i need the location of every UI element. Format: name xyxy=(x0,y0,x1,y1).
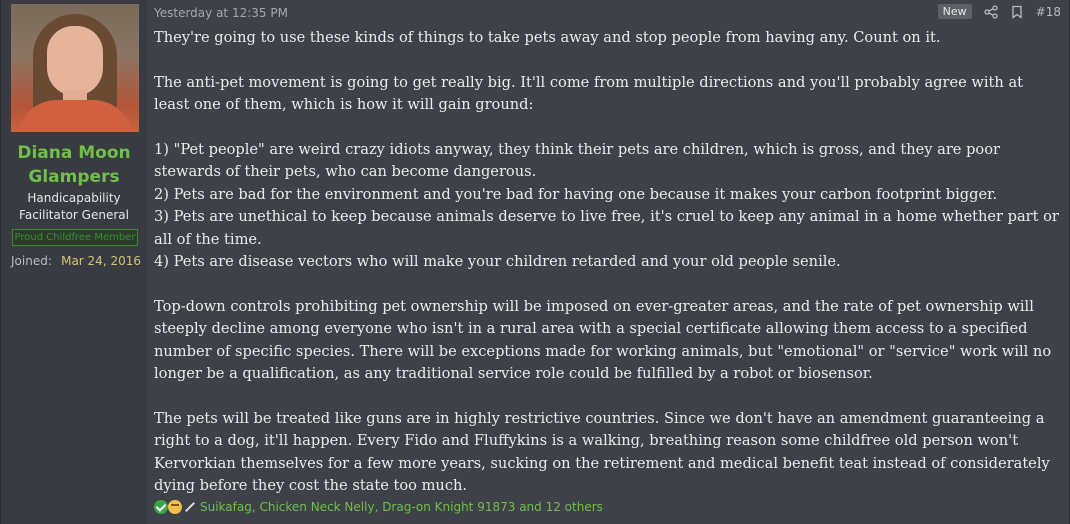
thinking-icon xyxy=(168,500,182,514)
post-timestamp[interactable]: Yesterday at 12:35 PM xyxy=(154,5,288,22)
post-paragraph: 2) Pets are bad for the environment and … xyxy=(154,185,998,203)
post-paragraph: The anti-pet movement is going to get re… xyxy=(154,73,1024,114)
post-paragraph: They're going to use these kinds of thin… xyxy=(154,29,941,46)
reactions-bar[interactable]: Suikafag, Chicken Neck Nelly, Drag-on Kn… xyxy=(154,498,603,516)
joined-label: Joined: xyxy=(11,254,52,268)
post-paragraph: 3) Pets are unethical to keep because an… xyxy=(154,208,1059,248)
post-number-link[interactable]: #18 xyxy=(1036,5,1061,19)
check-icon xyxy=(154,500,168,514)
wand-icon xyxy=(182,500,196,514)
post-actions: New #18 xyxy=(937,4,1061,19)
joined-date: Mar 24, 2016 xyxy=(61,254,141,268)
reactions-list[interactable]: Suikafag, Chicken Neck Nelly, Drag-on Kn… xyxy=(200,498,603,516)
post-paragraph: 4) Pets are disease vectors who will mak… xyxy=(154,253,841,271)
post-paragraph: The pets will be treated like guns are i… xyxy=(154,409,1050,495)
joined-row: Joined: Mar 24, 2016 xyxy=(11,252,141,270)
post-body: They're going to use these kinds of thin… xyxy=(154,27,1059,497)
share-icon[interactable] xyxy=(984,4,998,19)
user-banner: Proud Childfree Member xyxy=(12,229,138,246)
post-content: Yesterday at 12:35 PM New #18 They're go… xyxy=(147,0,1069,524)
user-title: Handicapability Facilitator General xyxy=(19,191,129,222)
new-badge: New xyxy=(937,4,972,19)
post-container: Diana Moon Glampers Handicapability Faci… xyxy=(0,0,1070,524)
post-paragraph: Top-down controls prohibiting pet owners… xyxy=(154,297,1052,383)
post-paragraph: 1) "Pet people" are weird crazy idiots a… xyxy=(154,141,1000,181)
username[interactable]: Diana Moon Glampers xyxy=(1,141,147,189)
bookmark-icon[interactable] xyxy=(1010,5,1024,19)
user-sidebar: Diana Moon Glampers Handicapability Faci… xyxy=(1,0,147,524)
avatar[interactable] xyxy=(11,4,139,132)
